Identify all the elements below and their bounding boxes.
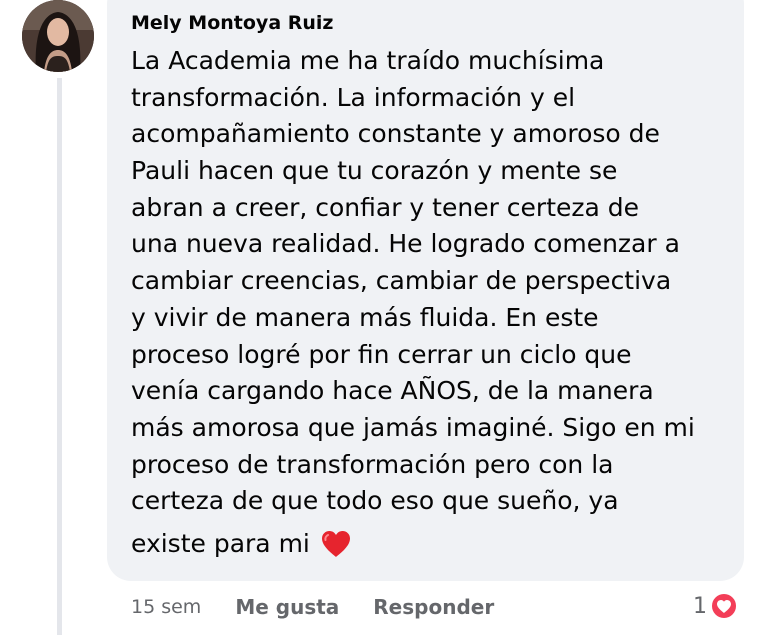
love-reaction-icon [710, 592, 738, 620]
comment-line: Pauli hacen que tu corazón y mente se [131, 156, 618, 186]
comment-line: transformación. La información y el [131, 82, 576, 112]
like-button[interactable]: Me gusta [235, 595, 339, 619]
comment-line: venía cargando hace AÑOS, de la manera [131, 376, 654, 406]
comment-last-line: existe para mi [131, 526, 695, 563]
comment-line: proceso de transformación pero con la [131, 449, 614, 479]
comment-actions: 15 sem Me gusta Responder [131, 592, 494, 622]
comment-line: certeza de que todo eso que sueño, ya [131, 486, 619, 516]
comment-line: La Academia me ha traído muchísima [131, 46, 605, 75]
reply-button[interactable]: Responder [373, 595, 494, 619]
avatar[interactable] [22, 0, 94, 72]
comment-line: proceso logré por fin cerrar un ciclo qu… [131, 339, 632, 369]
comment-line: acompañamiento constante y amoroso de [131, 119, 660, 149]
comment-line: cambiar creencias, cambiar de perspectiv… [131, 266, 672, 296]
thread-line [57, 78, 62, 635]
comment-line: más amorosa que jamás imaginé. Sigo en m… [131, 412, 695, 442]
reaction-summary[interactable]: 1 [693, 590, 738, 622]
author-name[interactable]: Mely Montoya Ruiz [131, 12, 333, 34]
comment-line: y vivir de manera más fluida. En este [131, 302, 599, 332]
comment-line: abran a creer, confiar y tener certeza d… [131, 192, 640, 222]
reaction-count: 1 [693, 593, 707, 619]
comment-text: La Academia me ha traído muchísima trans… [131, 43, 695, 563]
timestamp[interactable]: 15 sem [131, 596, 201, 618]
comment-line: una nueva realidad. He logrado comenzar … [131, 229, 680, 259]
comment-line: existe para mi [131, 528, 310, 558]
red-heart-emoji-icon [320, 529, 352, 559]
